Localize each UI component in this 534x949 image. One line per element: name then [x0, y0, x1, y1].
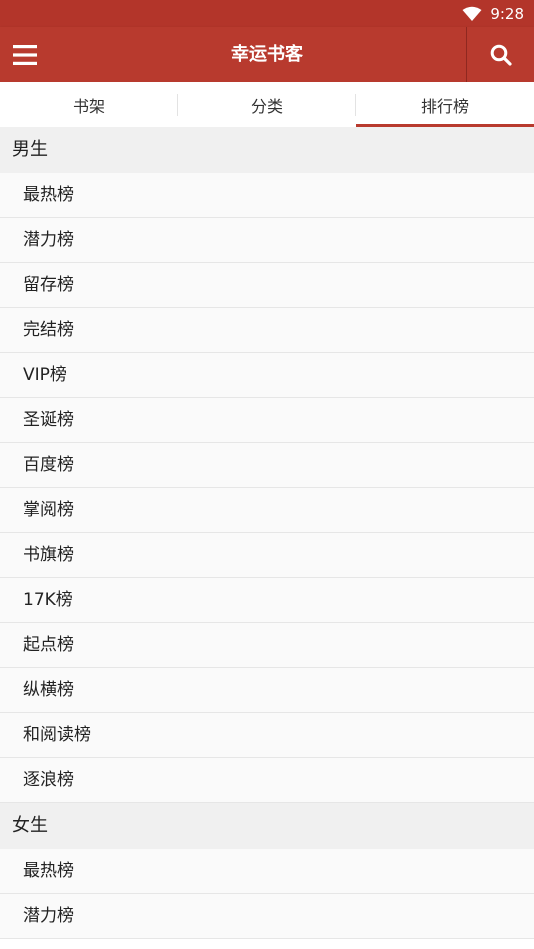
list-item[interactable]: 和阅读榜: [0, 713, 534, 758]
status-icons: 9:28: [462, 0, 524, 27]
list-item[interactable]: 潜力榜: [0, 218, 534, 263]
list-item[interactable]: VIP榜: [0, 353, 534, 398]
section-header-female: 女生: [0, 803, 534, 849]
ranking-list: 男生 最热榜 潜力榜 留存榜 完结榜 VIP榜 圣诞榜 百度榜 掌阅榜 书旗榜 …: [0, 127, 534, 939]
tab-ranking[interactable]: 排行榜: [356, 82, 534, 127]
list-item[interactable]: 逐浪榜: [0, 758, 534, 803]
list-item[interactable]: 最热榜: [0, 173, 534, 218]
list-item[interactable]: 圣诞榜: [0, 398, 534, 443]
list-item[interactable]: 留存榜: [0, 263, 534, 308]
app-bar: 幸运书客: [0, 27, 534, 82]
tab-category[interactable]: 分类: [178, 82, 356, 127]
status-bar: 9:28: [0, 0, 534, 27]
list-item[interactable]: 起点榜: [0, 623, 534, 668]
wifi-icon: [462, 6, 482, 21]
search-icon: [490, 44, 512, 66]
tab-label: 分类: [250, 96, 283, 116]
menu-icon: [13, 44, 37, 65]
list-item[interactable]: 纵横榜: [0, 668, 534, 713]
status-time: 9:28: [490, 4, 524, 23]
list-item[interactable]: 书旗榜: [0, 533, 534, 578]
list-item[interactable]: 掌阅榜: [0, 488, 534, 533]
tab-bookshelf[interactable]: 书架: [0, 82, 178, 127]
list-item[interactable]: 最热榜: [0, 849, 534, 894]
tab-label: 排行榜: [420, 96, 469, 116]
section-header-male: 男生: [0, 127, 534, 173]
menu-button[interactable]: [0, 27, 50, 82]
tab-bar: 书架 分类 排行榜: [0, 82, 534, 127]
list-item[interactable]: 潜力榜: [0, 894, 534, 939]
list-item[interactable]: 17K榜: [0, 578, 534, 623]
search-button[interactable]: [467, 27, 534, 82]
list-item[interactable]: 完结榜: [0, 308, 534, 353]
list-item[interactable]: 百度榜: [0, 443, 534, 488]
page-title: 幸运书客: [231, 44, 303, 65]
tab-label: 书架: [72, 96, 105, 116]
